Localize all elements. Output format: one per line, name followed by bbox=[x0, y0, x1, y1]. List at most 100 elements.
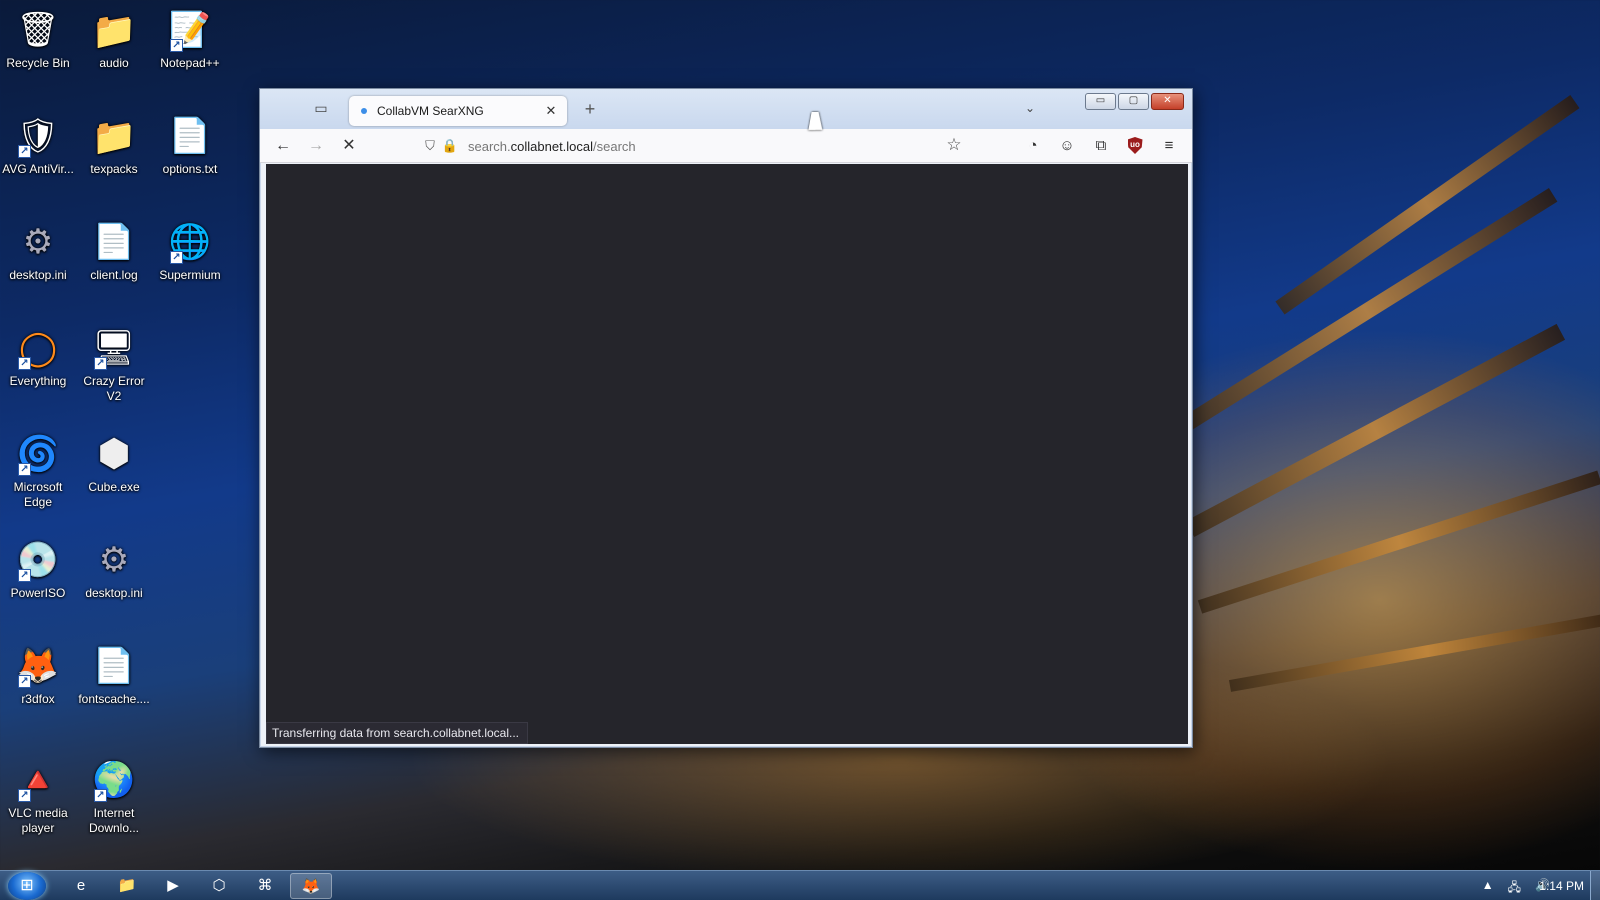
desktop-icon-r3dfox[interactable]: 🦊 ↗ r3dfox bbox=[0, 644, 76, 707]
new-tab-button[interactable]: + bbox=[580, 99, 600, 120]
supermium-icon: 🌐 ↗ bbox=[168, 222, 212, 264]
desktop-icon-desktop-ini-1[interactable]: ⚙ desktop.ini bbox=[0, 220, 76, 283]
desktop-icon-notepadpp[interactable]: 📝 ↗ Notepad++ bbox=[152, 8, 228, 71]
page-content[interactable]: Transferring data from search.collabnet.… bbox=[266, 164, 1188, 744]
desktop-icon-texpacks[interactable]: 📁 texpacks bbox=[76, 114, 152, 177]
desktop-icon-label: r3dfox bbox=[21, 692, 55, 706]
forward-button[interactable]: → bbox=[305, 135, 327, 157]
folder-icon: 📁 bbox=[91, 9, 137, 51]
folder-icon: 📁 bbox=[91, 115, 137, 157]
desktop-icon-label: desktop.ini bbox=[9, 268, 67, 282]
start-button[interactable]: ⊞ bbox=[8, 872, 46, 900]
desktop-icon-label: Cube.exe bbox=[88, 480, 140, 494]
toolbar-icons: ◔ ☺ ⧉ uo ≡ bbox=[1022, 135, 1180, 157]
navigation-toolbar: ← → ✕ ⛉ 🔒 search.collabnet.local/search … bbox=[260, 129, 1192, 163]
notepadpp-icon: 📝 ↗ bbox=[168, 10, 212, 52]
shield-icon[interactable]: ⛉ bbox=[420, 138, 440, 154]
settings-file-icon: ⚙ bbox=[22, 222, 54, 261]
internet-explorer-taskbar-icon[interactable]: e bbox=[60, 873, 102, 899]
text-file-icon: 📄 bbox=[92, 222, 136, 261]
address-bar[interactable]: ⛉ 🔒 search.collabnet.local/search bbox=[420, 134, 950, 158]
close-window-button[interactable]: ✕ bbox=[1151, 93, 1184, 110]
desktop-icon-label: Crazy Error V2 bbox=[83, 374, 145, 403]
desktop-icon-avg[interactable]: 🛡 ↗ AVG AntiVir... bbox=[0, 114, 76, 177]
vlc-icon: 🔺 ↗ bbox=[16, 760, 60, 802]
r3dfox-taskbar-icon[interactable]: 🦊 bbox=[290, 873, 332, 899]
media-player-taskbar-icon[interactable]: ▶ bbox=[152, 873, 194, 899]
tab-loading-icon bbox=[361, 108, 367, 114]
desktop-icon-label: texpacks bbox=[90, 162, 138, 176]
show-hidden-icons-icon[interactable]: ▲ bbox=[1482, 878, 1494, 899]
desktop-icon-label: Supermium bbox=[159, 268, 221, 282]
history-icon[interactable]: ◔ bbox=[1022, 135, 1044, 157]
lock-icon[interactable]: 🔒 bbox=[440, 138, 460, 154]
browser-titlebar[interactable]: ▭ CollabVM SearXNG ✕ + ⌄ ▭ ▢ ✕ bbox=[260, 89, 1192, 129]
wallpaper-beam bbox=[1228, 610, 1600, 692]
desktop-icon-recycle-bin[interactable]: 🗑 Recycle Bin bbox=[0, 8, 76, 71]
taskbar: ⊞ e 📁 ▶ ⬡ ⌘ 🦊 ▲ 🖧 🔊 1:14 PM bbox=[0, 870, 1600, 900]
url-text[interactable]: search.collabnet.local/search bbox=[468, 139, 636, 154]
extensions-puzzle-icon[interactable]: ⧉ bbox=[1090, 135, 1112, 157]
text-file-icon: 📄 bbox=[92, 646, 136, 685]
wallpaper-beam bbox=[1175, 188, 1558, 435]
desktop-icon-everything[interactable]: ◯ ↗ Everything bbox=[0, 326, 76, 389]
desktop-icon-label: desktop.ini bbox=[85, 586, 143, 600]
desktop-icon-label: VLC media player bbox=[8, 806, 68, 835]
internet-download-manager-icon: 🌍 ↗ bbox=[92, 760, 136, 802]
account-icon[interactable]: ☺ bbox=[1056, 135, 1078, 157]
everything-search-icon: ◯ ↗ bbox=[18, 328, 58, 370]
desktop-icon-cube[interactable]: ⬢ Cube.exe bbox=[76, 432, 152, 495]
maximize-button[interactable]: ▢ bbox=[1118, 93, 1149, 110]
desktop-icon-label: client.log bbox=[90, 268, 138, 282]
desktop-icon-client-log[interactable]: 📄 client.log bbox=[76, 220, 152, 283]
browser-window: ▭ CollabVM SearXNG ✕ + ⌄ ▭ ▢ ✕ ← → ✕ ⛉ 🔒… bbox=[259, 88, 1193, 748]
desktop-icon-label: audio bbox=[99, 56, 129, 70]
crazy-error-icon: 🖥 ↗ bbox=[92, 328, 136, 370]
tab-close-icon[interactable]: ✕ bbox=[543, 103, 559, 119]
desktop-icon-label: Recycle Bin bbox=[6, 56, 70, 70]
tab-title: CollabVM SearXNG bbox=[377, 104, 484, 118]
desktop-icon-label: fontscache.... bbox=[78, 692, 150, 706]
desktop-icon-label: Internet Downlo... bbox=[88, 806, 140, 835]
desktop-icon-label: Notepad++ bbox=[160, 56, 220, 70]
desktop-icon-options-txt[interactable]: 📄 options.txt bbox=[152, 114, 228, 177]
poweriso-icon: 💿 ↗ bbox=[16, 540, 60, 582]
desktop-icon-fontscache[interactable]: 📄 fontscache.... bbox=[76, 644, 152, 707]
back-button[interactable]: ← bbox=[272, 135, 294, 157]
desktop-icon-poweriso[interactable]: 💿 ↗ PowerISO bbox=[0, 538, 76, 601]
desktop-icon-supermium[interactable]: 🌐 ↗ Supermium bbox=[152, 220, 228, 283]
desktop-icon-label: options.txt bbox=[162, 162, 218, 176]
cube-icon: ⬢ bbox=[97, 432, 131, 475]
desktop-icon-label: Microsoft Edge bbox=[13, 480, 63, 509]
desktop-icon-label: PowerISO bbox=[10, 586, 66, 600]
desktop-icon-vlc[interactable]: 🔺 ↗ VLC media player bbox=[0, 758, 76, 836]
edge-browser-icon: 🌀 ↗ bbox=[16, 434, 60, 476]
tab-list-icon[interactable]: ▭ bbox=[310, 100, 332, 118]
bookmark-star-icon[interactable]: ☆ bbox=[943, 135, 965, 155]
desktop-icon-label: Everything bbox=[9, 374, 67, 388]
window-controls: ▭ ▢ ✕ bbox=[1085, 93, 1184, 110]
desktop-icon-audio[interactable]: 📁 audio bbox=[76, 8, 152, 71]
stop-loading-button[interactable]: ✕ bbox=[338, 135, 360, 157]
system-clock[interactable]: 1:14 PM bbox=[1539, 879, 1584, 893]
desktop-icon-desktop-ini-2[interactable]: ⚙ desktop.ini bbox=[76, 538, 152, 601]
tab-collabvm-searxng[interactable]: CollabVM SearXNG ✕ bbox=[349, 96, 567, 126]
desktop-icon-idm[interactable]: 🌍 ↗ Internet Downlo... bbox=[76, 758, 152, 836]
desktop-icon-edge[interactable]: 🌀 ↗ Microsoft Edge bbox=[0, 432, 76, 510]
status-panel: Transferring data from search.collabnet.… bbox=[266, 722, 528, 744]
hamburger-menu-icon[interactable]: ≡ bbox=[1158, 135, 1180, 157]
desktop-icon-crazy-error[interactable]: 🖥 ↗ Crazy Error V2 bbox=[76, 326, 152, 404]
show-desktop-button[interactable] bbox=[1590, 871, 1600, 900]
network-icon[interactable]: 🖧 bbox=[1508, 878, 1521, 899]
recycle-bin-icon: 🗑 bbox=[16, 10, 60, 49]
cube-taskbar-icon[interactable]: ⬡ bbox=[198, 873, 240, 899]
avg-antivirus-icon: 🛡 ↗ bbox=[16, 116, 60, 158]
ublock-origin-icon[interactable]: uo bbox=[1124, 135, 1146, 157]
file-explorer-taskbar-icon[interactable]: 📁 bbox=[106, 873, 148, 899]
desktop-icon-label: AVG AntiVir... bbox=[2, 162, 74, 176]
r3dfox-icon: 🦊 ↗ bbox=[16, 646, 60, 688]
text-file-icon: 📄 bbox=[168, 116, 212, 155]
list-all-tabs-chevron-icon[interactable]: ⌄ bbox=[1025, 101, 1035, 115]
minimize-button[interactable]: ▭ bbox=[1085, 93, 1116, 110]
app-taskbar-icon[interactable]: ⌘ bbox=[244, 873, 286, 899]
